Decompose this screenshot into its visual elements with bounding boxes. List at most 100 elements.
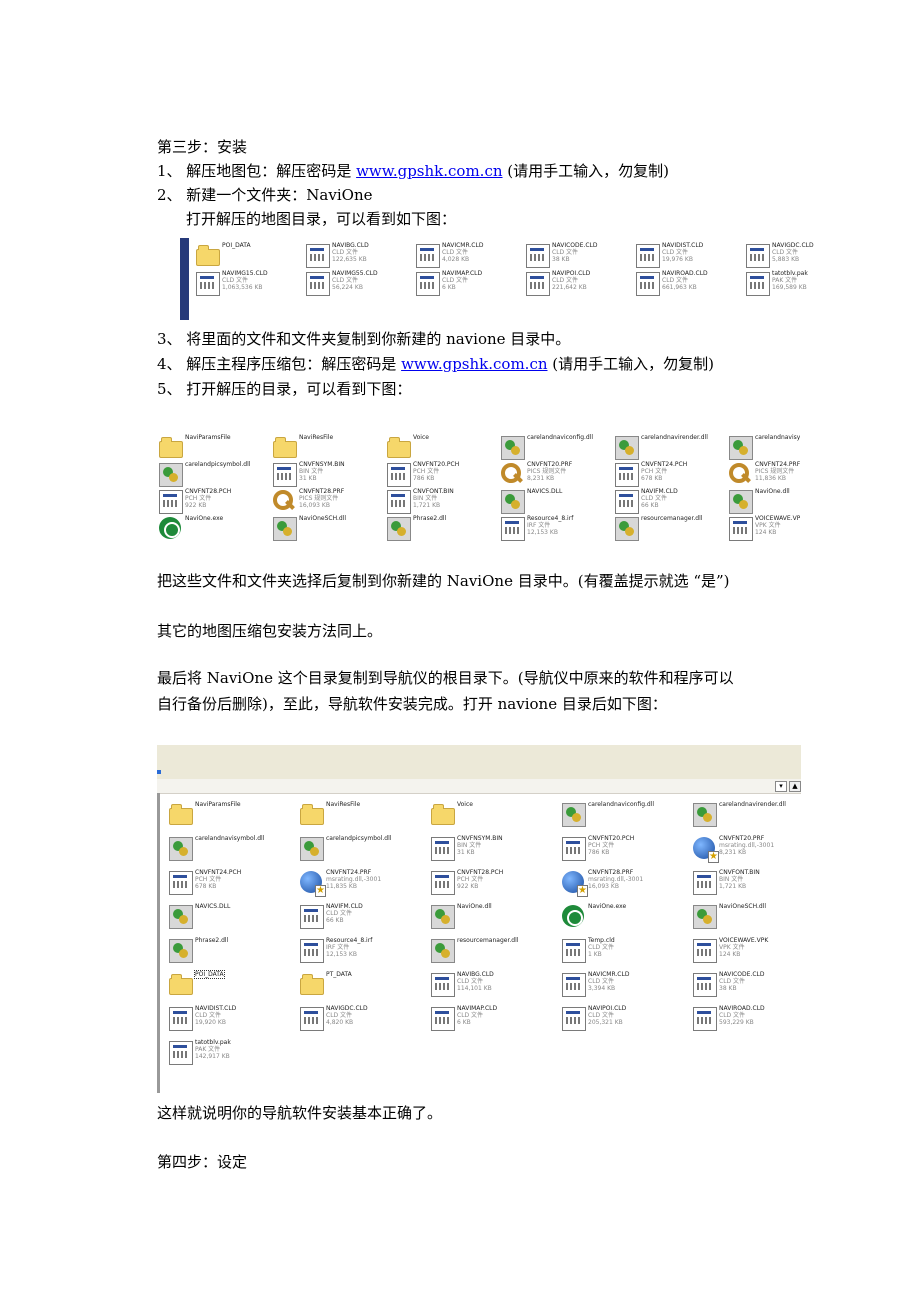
file-item[interactable]: carelandnavirender.dll bbox=[615, 434, 727, 464]
file-item[interactable]: NAVIPOI.CLD CLD 文件 205,321 KB bbox=[562, 1005, 674, 1035]
file-item[interactable]: NAVIROAD.CLD CLD 文件 661,963 KB bbox=[636, 270, 748, 300]
file-type: PCH 文件 bbox=[195, 876, 222, 884]
file-item[interactable]: NaviOne.dll bbox=[431, 903, 543, 933]
file-item[interactable]: resourcemanager.dll bbox=[615, 515, 727, 545]
file-item[interactable]: carelandpicsymbol.dll bbox=[300, 835, 412, 865]
file-item[interactable]: CNVFNT20.PCH PCH 文件 786 KB bbox=[562, 835, 674, 865]
file-item[interactable]: NAVICMR.CLD CLD 文件 3,394 KB bbox=[562, 971, 674, 1001]
folder-icon bbox=[169, 804, 193, 825]
file-item[interactable]: NAVICODE.CLD CLD 文件 38 KB bbox=[693, 971, 801, 1001]
scroll-up-icon[interactable]: ▲ bbox=[789, 781, 801, 792]
file-item[interactable]: CNVFNT20.PCH PCH 文件 786 KB bbox=[387, 461, 499, 491]
password-link-1[interactable]: www.gpshk.com.cn bbox=[356, 162, 502, 180]
file-item[interactable]: carelandnaviconfig.dll bbox=[562, 801, 674, 831]
file-item[interactable]: resourcemanager.dll bbox=[431, 937, 543, 967]
file-item[interactable]: NAVIGDC.CLD CLD 文件 5,883 KB bbox=[746, 242, 820, 272]
file-item[interactable]: POI_DATA bbox=[169, 970, 281, 1001]
file-item[interactable]: NaviResFile bbox=[273, 434, 385, 464]
file-item[interactable]: CNVFONT.BIN BIN 文件 1,721 KB bbox=[693, 869, 801, 899]
file-item[interactable]: carelandnavisymb bbox=[729, 434, 800, 464]
file-item[interactable]: CNVFONT.BIN BIN 文件 1,721 KB bbox=[387, 488, 499, 518]
file-item[interactable]: NaviResFile bbox=[300, 801, 412, 831]
dll-icon bbox=[273, 517, 297, 541]
file-name: NaviOne.exe bbox=[185, 515, 224, 522]
file-item[interactable]: Voice bbox=[387, 434, 499, 464]
file-size: 6 KB bbox=[457, 1019, 471, 1027]
file-name: Phrase2.dll bbox=[195, 937, 229, 944]
file-item[interactable]: VOICEWAVE.VPK VPK 文件 124 KB bbox=[729, 515, 800, 545]
folder-icon bbox=[273, 437, 297, 458]
file-item[interactable]: CNVFNT28.PRFmsrating.dll,-300116,093 KB bbox=[562, 869, 674, 899]
file-type: PCH 文件 bbox=[588, 842, 615, 850]
file-item[interactable]: NAVIGDC.CLD CLD 文件 4,820 KB bbox=[300, 1005, 412, 1035]
file-size: 66 KB bbox=[641, 502, 659, 510]
file-type: VPK 文件 bbox=[755, 522, 781, 530]
file-item[interactable]: NAVIDIST.CLD CLD 文件 19,920 KB bbox=[169, 1005, 281, 1035]
file-item[interactable]: NAVIPOI.CLD CLD 文件 221,642 KB bbox=[526, 270, 638, 300]
file-item[interactable]: NaviOneSCH.dll bbox=[693, 903, 801, 933]
file-item[interactable]: NAVICMR.CLD CLD 文件 4,028 KB bbox=[416, 242, 528, 272]
step3-heading: 第三步：安装 bbox=[157, 138, 248, 156]
file-item[interactable]: CNVFNT24.PCH PCH 文件 678 KB bbox=[615, 461, 727, 491]
file-item[interactable]: CNVFNT24.PRFmsrating.dll,-300111,835 KB bbox=[300, 869, 412, 899]
file-item[interactable]: PT_DATA bbox=[300, 971, 412, 1001]
file-name: NAVIBG.CLD bbox=[332, 242, 369, 249]
file-item[interactable]: NAVIBG.CLD CLD 文件 122,635 KB bbox=[306, 242, 418, 272]
file-item[interactable]: NAVIFM.CLD CLD 文件 66 KB bbox=[615, 488, 727, 518]
dropdown-arrow-icon[interactable]: ▾ bbox=[775, 781, 787, 792]
file-size: 124 KB bbox=[755, 529, 777, 537]
file-item[interactable]: CNVFNT28.PCH PCH 文件 922 KB bbox=[431, 869, 543, 899]
file-item[interactable]: CNVFNSYM.BIN BIN 文件 31 KB bbox=[273, 461, 385, 491]
file-item[interactable]: carelandnaviconfig.dll bbox=[501, 434, 613, 464]
file-item[interactable]: NaviOne.exe bbox=[562, 903, 674, 933]
file-item[interactable]: CNVFNT28.PRF PICS 规则文件 16,093 KB bbox=[273, 488, 385, 518]
file-item[interactable]: NaviOne.dll bbox=[729, 488, 800, 518]
file-item[interactable]: NAVIMAP.CLD CLD 文件 6 KB bbox=[416, 270, 528, 300]
file-item[interactable]: Phrase2.dll bbox=[387, 515, 499, 545]
file-item[interactable]: tatotblv.pak PAK 文件 169,589 KB bbox=[746, 270, 820, 300]
file-item[interactable]: Phrase2.dll bbox=[169, 937, 281, 967]
file-item[interactable]: CNVFNT24.PRF PICS 规则文件 11,836 KB bbox=[729, 461, 800, 491]
file-item[interactable]: CNVFNT28.PCH PCH 文件 922 KB bbox=[159, 488, 271, 518]
file-item[interactable]: CNVFNT20.PRFmsrating.dll,-30018,231 KB bbox=[693, 835, 801, 865]
file-item[interactable]: Temp.cld CLD 文件 1 KB bbox=[562, 937, 674, 967]
file-item[interactable]: NaviOne.exe bbox=[159, 515, 271, 545]
folder-icon bbox=[169, 974, 193, 995]
file-item[interactable]: NAVIBG.CLD CLD 文件 114,101 KB bbox=[431, 971, 543, 1001]
file-item[interactable]: tatotblv.pak PAK 文件 142,917 KB bbox=[169, 1039, 281, 1069]
file-item[interactable]: CNVFNT24.PCH PCH 文件 678 KB bbox=[169, 869, 281, 899]
file-item[interactable]: NAVICODE.CLD CLD 文件 38 KB bbox=[526, 242, 638, 272]
dll-icon bbox=[169, 939, 193, 963]
file-icon bbox=[169, 1041, 193, 1065]
file-item[interactable]: NaviParamsFile bbox=[169, 801, 281, 831]
file-item[interactable]: NAVIMG15.CLD CLD 文件 1,063,536 KB bbox=[196, 270, 308, 300]
file-size: 19,976 KB bbox=[662, 256, 693, 264]
file-item[interactable]: NAVIROAD.CLD CLD 文件 593,229 KB bbox=[693, 1005, 801, 1035]
file-type: PICS 规则文件 bbox=[755, 468, 795, 476]
file-item[interactable]: CNVFNSYM.BIN BIN 文件 31 KB bbox=[431, 835, 543, 865]
file-item[interactable]: NAVICS.DLL bbox=[501, 488, 613, 518]
file-name: NAVIMAP.CLD bbox=[457, 1005, 498, 1012]
file-item[interactable]: Resource4_8.irf IRF 文件 12,153 KB bbox=[300, 937, 412, 967]
file-item[interactable]: NAVICS.DLL bbox=[169, 903, 281, 933]
password-link-2[interactable]: www.gpshk.com.cn bbox=[401, 355, 547, 373]
file-item[interactable]: Voice bbox=[431, 801, 543, 831]
file-item[interactable]: NaviOneSCH.dll bbox=[273, 515, 385, 545]
file-item[interactable]: NaviParamsFile bbox=[159, 434, 271, 464]
file-item[interactable]: NAVIDIST.CLD CLD 文件 19,976 KB bbox=[636, 242, 748, 272]
file-item[interactable]: CNVFNT20.PRF PICS 规则文件 8,231 KB bbox=[501, 461, 613, 491]
file-icon bbox=[636, 244, 660, 268]
file-item[interactable]: POI_DATA bbox=[196, 242, 308, 272]
file-item[interactable]: carelandpicsymbol.dll bbox=[159, 461, 271, 491]
file-item[interactable]: carelandnavisymbol.dll bbox=[169, 835, 281, 865]
file-item[interactable]: Resource4_8.irf IRF 文件 12,153 KB bbox=[501, 515, 613, 545]
file-item[interactable]: NAVIMAP.CLD CLD 文件 6 KB bbox=[431, 1005, 543, 1035]
file-icon bbox=[615, 490, 639, 514]
file-item[interactable]: NAVIFM.CLD CLD 文件 66 KB bbox=[300, 903, 412, 933]
file-item[interactable]: VOICEWAVE.VPK VPK 文件 124 KB bbox=[693, 937, 801, 967]
file-name: carelandnaviconfig.dll bbox=[588, 801, 655, 808]
file-item[interactable]: carelandnavirender.dll bbox=[693, 801, 801, 831]
file-item[interactable]: NAVIMG55.CLD CLD 文件 56,224 KB bbox=[306, 270, 418, 300]
file-icon bbox=[273, 463, 297, 487]
file-name: NAVICODE.CLD bbox=[552, 242, 598, 249]
